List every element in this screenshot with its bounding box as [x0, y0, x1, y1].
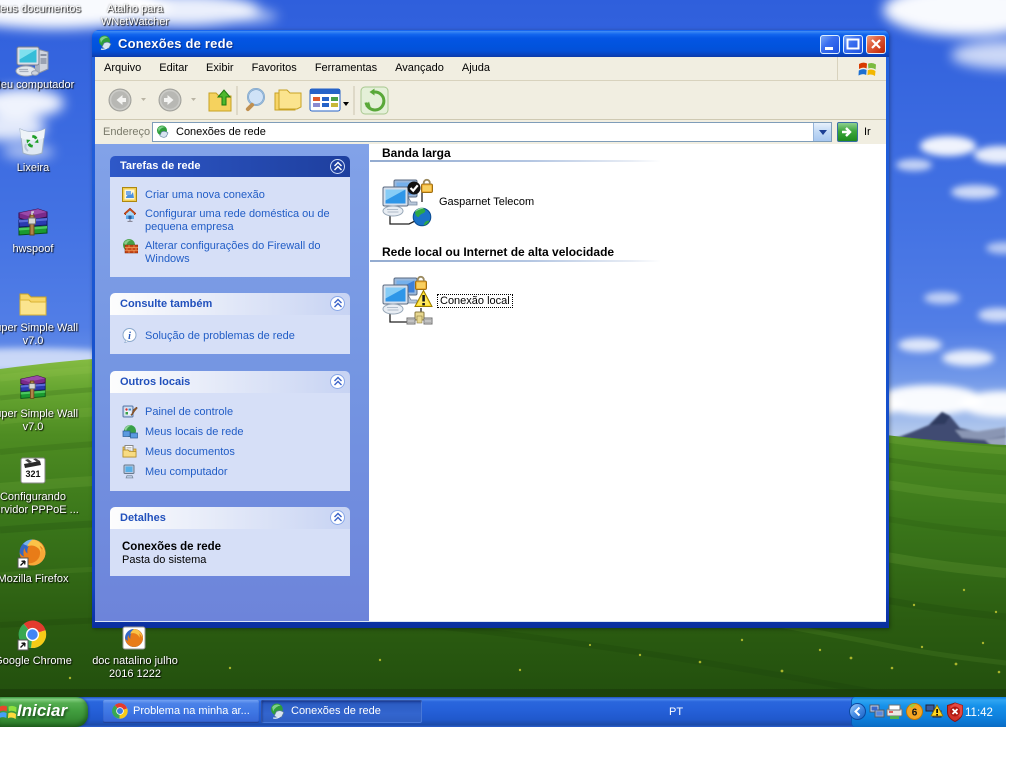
svg-text:6: 6 — [912, 708, 918, 719]
svg-text:321: 321 — [25, 469, 40, 479]
svg-text:11:42: 11:42 — [965, 707, 993, 719]
